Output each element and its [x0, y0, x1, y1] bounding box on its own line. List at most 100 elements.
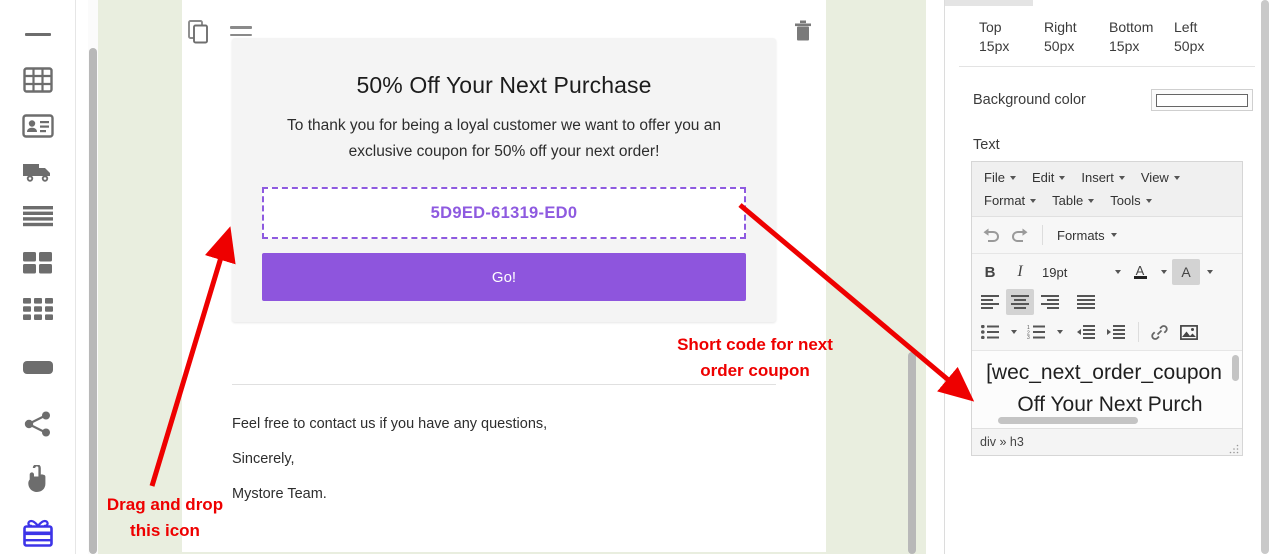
toolbar-separator-2 [1138, 322, 1139, 342]
svg-text:3: 3 [1027, 335, 1030, 339]
canvas-inner-scrollbar-thumb[interactable] [908, 352, 916, 554]
chevron-down-icon [1145, 198, 1152, 203]
menu-table-label: Table [1052, 193, 1084, 208]
editor-toolbar-row-2: B I 19pt A A [976, 257, 1238, 287]
align-center-button[interactable] [1006, 289, 1034, 315]
editor-menubar-row-2: Format Table Tools [976, 189, 1240, 212]
font-size-select[interactable]: 19pt [1036, 265, 1110, 280]
redo-icon[interactable] [1006, 222, 1034, 248]
email-builder-app: 50% Off Your Next Purchase To thank you … [0, 0, 1269, 554]
padding-bottom-value: 15px [1109, 38, 1140, 54]
button-pill-icon [22, 360, 53, 375]
undo-icon[interactable] [976, 222, 1004, 248]
editor-toolbar-row-4: 123 [976, 317, 1238, 347]
text-color-chevron-down-icon[interactable] [1156, 259, 1172, 285]
menu-table[interactable]: Table [1044, 189, 1102, 212]
chevron-down-icon [1030, 198, 1037, 203]
editor-horizontal-scrollbar-thumb[interactable] [998, 417, 1138, 424]
bullet-list-button[interactable] [976, 319, 1004, 345]
grid-2x2-icon [22, 251, 53, 275]
italic-button[interactable]: I [1006, 259, 1034, 285]
align-left-button[interactable] [976, 289, 1004, 315]
editor-vertical-scrollbar-thumb[interactable] [1232, 355, 1239, 381]
font-size-chevron-down-icon[interactable] [1110, 259, 1126, 285]
background-color-picker[interactable] [1151, 89, 1253, 111]
dash-icon [24, 32, 51, 36]
sidebar-item-social-share-block[interactable] [16, 404, 60, 445]
padding-left-label: Left [1174, 19, 1198, 35]
sidebar-item-button-block[interactable] [16, 347, 60, 388]
menu-edit-label: Edit [1031, 170, 1055, 185]
sidebar-item-table-block[interactable] [16, 60, 60, 101]
body-text-block[interactable]: Feel free to contact us if you have any … [182, 384, 826, 552]
align-right-button[interactable] [1036, 289, 1064, 315]
menu-tools-label: Tools [1110, 193, 1141, 208]
numbered-list-chevron-down-icon[interactable] [1052, 319, 1068, 345]
canvas-scrollbar-thumb[interactable] [89, 48, 97, 554]
text-color-button[interactable]: A [1126, 259, 1154, 285]
formats-dropdown[interactable]: Formats [1049, 228, 1125, 243]
link-icon[interactable] [1145, 319, 1173, 345]
annotation-drag-note: Drag and drop this icon [106, 495, 224, 540]
padding-right-cell[interactable]: Right 50px [1044, 18, 1109, 56]
text-section-label: Text [973, 137, 1000, 153]
menu-file[interactable]: File [976, 166, 1024, 189]
background-color-chevron-down-icon[interactable] [1202, 259, 1218, 285]
sidebar-item-two-by-two-grid-block[interactable] [16, 243, 60, 284]
panel-tab-stub [945, 0, 1033, 6]
indent-button[interactable] [1102, 319, 1130, 345]
coupon-code-box[interactable]: 5D9ED-61319-ED0 [262, 187, 746, 239]
copy-block-icon[interactable] [188, 20, 210, 49]
menu-insert[interactable]: Insert [1073, 166, 1133, 189]
bold-button[interactable]: B [976, 259, 1004, 285]
menu-edit[interactable]: Edit [1024, 166, 1073, 189]
editor-menubar: File Edit Insert View Format Table Tools [972, 162, 1242, 217]
menu-insert-label: Insert [1081, 170, 1114, 185]
padding-right-value: 50px [1044, 38, 1075, 54]
padding-settings-row: Top 15px Right 50px Bottom 15px Left 50p… [959, 6, 1255, 67]
sidebar-item-click-action-block[interactable] [16, 459, 60, 500]
padding-top-label: Top [979, 19, 1002, 35]
background-color-button[interactable]: A [1172, 259, 1200, 285]
annotation-shortcode-note: Short code for next order coupon [677, 335, 833, 380]
settings-panel-scrollbar-thumb[interactable] [1261, 0, 1269, 554]
sidebar-item-text-lines-block[interactable] [16, 197, 60, 238]
block-palette-sidebar [0, 0, 76, 554]
coupon-go-button[interactable]: Go! [262, 253, 746, 301]
menu-view[interactable]: View [1133, 166, 1188, 189]
editor-element-path[interactable]: div » h3 [980, 435, 1024, 449]
chevron-down-icon [1173, 175, 1180, 180]
numbered-list-button[interactable]: 123 [1022, 319, 1050, 345]
coupon-block-wrapper[interactable]: 50% Off Your Next Purchase To thank you … [182, 0, 826, 344]
editor-content-area[interactable]: [wec_next_order_coupon Off Your Next Pur… [972, 351, 1242, 429]
menu-file-label: File [984, 170, 1005, 185]
align-justify-button[interactable] [1072, 289, 1100, 315]
padding-top-cell[interactable]: Top 15px [979, 18, 1044, 56]
text-color-label: A [1135, 263, 1145, 278]
chevron-down-icon [1110, 233, 1117, 237]
editor-toolbar: Formats [972, 217, 1242, 254]
table-icon [22, 67, 53, 93]
bullet-list-chevron-down-icon[interactable] [1006, 319, 1022, 345]
image-icon[interactable] [1175, 319, 1203, 345]
editor-status-bar: div » h3 [972, 429, 1242, 455]
editor-toolbar-2: B I 19pt A A 1 2 3 [972, 254, 1242, 351]
padding-top-value: 15px [979, 38, 1010, 54]
editor-toolbar-row-3 [976, 287, 1238, 317]
sidebar-item-three-by-three-grid-block[interactable] [16, 288, 60, 329]
delete-block-icon[interactable] [794, 20, 812, 47]
editor-resize-grip[interactable] [1229, 443, 1239, 454]
padding-bottom-cell[interactable]: Bottom 15px [1109, 18, 1174, 56]
chevron-down-icon [1088, 198, 1095, 203]
padding-left-cell[interactable]: Left 50px [1174, 18, 1239, 56]
menu-view-label: View [1140, 170, 1169, 185]
sidebar-item-divider-dash[interactable] [16, 14, 60, 55]
sidebar-item-shipping-block[interactable] [16, 151, 60, 192]
grid-3x3-icon [22, 297, 53, 321]
coupon-card[interactable]: 50% Off Your Next Purchase To thank you … [232, 38, 776, 322]
menu-tools[interactable]: Tools [1102, 189, 1159, 212]
sidebar-item-contact-card-block[interactable] [16, 105, 60, 146]
menu-format[interactable]: Format [976, 189, 1044, 212]
outdent-button[interactable] [1072, 319, 1100, 345]
sidebar-item-coupon-block[interactable] [16, 513, 60, 554]
